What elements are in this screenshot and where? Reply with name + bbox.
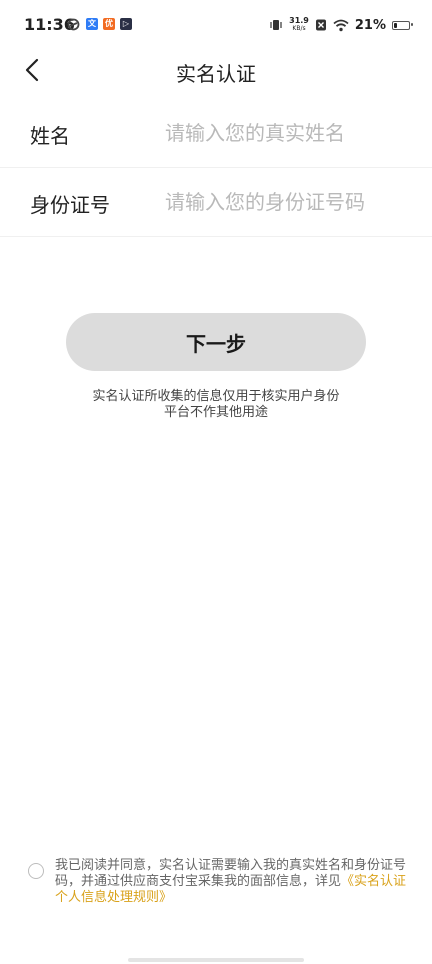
battery-percent: 21% — [354, 17, 386, 33]
notice-line: 平台不作其他用途 — [163, 405, 268, 420]
nav-bar: 实名认证 — [0, 50, 432, 90]
net-speed: 31.9 KB/s — [289, 16, 309, 33]
name-input[interactable] — [165, 114, 405, 152]
agreement-text: 我已阅读并同意，实名认证需要输入我的真实姓名和身份证号码，并通过供应商支付宝采集… — [55, 858, 409, 906]
privacy-notice: 实名认证所收集的信息仅用于核实用户身份 平台不作其他用途 — [0, 389, 432, 421]
notice-line: 实名认证所收集的信息仅用于核实用户身份 — [92, 389, 340, 404]
next-button[interactable]: 下一步 — [66, 313, 366, 371]
sim-disabled-icon — [315, 19, 326, 31]
id-number-row: 身份证号 — [0, 169, 432, 237]
id-number-input[interactable] — [165, 183, 405, 221]
home-indicator — [128, 958, 304, 962]
agree-checkbox[interactable] — [28, 863, 44, 879]
id-number-label: 身份证号 — [30, 193, 110, 217]
name-row: 姓名 — [0, 100, 432, 168]
wifi-icon — [333, 19, 349, 31]
app-notification-icon: 优 — [103, 18, 115, 30]
name-label: 姓名 — [30, 124, 70, 148]
battery-level — [394, 22, 397, 28]
vibrate-icon — [270, 20, 282, 30]
status-right: 31.9 KB/s 21% — [269, 16, 413, 34]
status-bar: 11:36 文 优 ▷ 31.9 KB/s 21% — [0, 0, 432, 50]
app-notification-icon: ▷ — [120, 18, 132, 30]
cloud-sync-icon — [67, 18, 80, 31]
page-title: 实名认证 — [176, 62, 256, 86]
battery-icon — [392, 20, 413, 30]
app-notification-icon: 文 — [86, 18, 98, 30]
